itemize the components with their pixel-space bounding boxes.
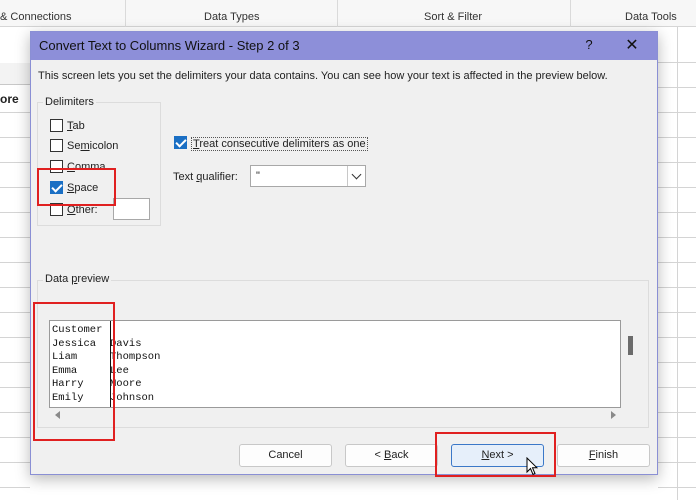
grid-line <box>0 187 30 188</box>
scroll-right-icon[interactable] <box>611 411 616 419</box>
consecutive-delimiters-label[interactable]: Treat consecutive delimiters as one <box>191 137 368 151</box>
grid-line <box>0 487 30 488</box>
text-qualifier-label: Text qualifier: <box>173 171 238 183</box>
grid-line <box>658 312 696 313</box>
grid-line <box>658 187 696 188</box>
cancel-button[interactable]: Cancel <box>239 444 332 467</box>
dialog-titlebar[interactable]: Convert Text to Columns Wizard - Step 2 … <box>31 32 657 60</box>
grid-line <box>658 412 696 413</box>
grid-line <box>0 412 30 413</box>
back-button[interactable]: < Back <box>345 444 438 467</box>
grid-line <box>658 362 696 363</box>
grid-line <box>658 237 696 238</box>
ribbon-group-sort-filter[interactable]: Sort & Filter <box>424 11 482 23</box>
ribbon-group-data-types[interactable]: Data Types <box>204 11 259 23</box>
mouse-pointer-icon <box>526 457 538 476</box>
preview-cell: Thompson <box>110 351 161 363</box>
grid-line <box>658 87 696 88</box>
consecutive-delimiters-checkbox[interactable] <box>174 136 187 149</box>
ribbon-group-data-tools[interactable]: Data Tools <box>625 11 677 23</box>
close-button[interactable]: ✕ <box>621 35 643 55</box>
grid-line <box>0 437 30 438</box>
grid-line <box>0 212 30 213</box>
grid-line <box>658 162 696 163</box>
ribbon-separator <box>125 0 126 27</box>
space-highlight-box <box>37 168 116 206</box>
grid-line <box>658 212 696 213</box>
chevron-down-icon[interactable] <box>347 166 365 186</box>
grid-line <box>0 112 30 113</box>
finish-button-rest: inish <box>595 449 619 461</box>
grid-line <box>658 487 696 488</box>
semicolon-label-rest: icolon <box>89 140 119 152</box>
dialog-instructions: This screen lets you set the delimiters … <box>38 70 608 82</box>
grid-line <box>0 137 30 138</box>
finish-button[interactable]: Finish <box>557 444 650 467</box>
grid-line <box>0 337 30 338</box>
grid-line <box>658 287 696 288</box>
tab-label-rest: ab <box>72 120 85 132</box>
grid-line <box>0 287 30 288</box>
data-preview-grid[interactable]: Customer Jessica Davis Liam Thompson Emma L… <box>49 320 621 408</box>
grid-line <box>677 27 678 500</box>
semicolon-label-accel: m <box>80 140 90 152</box>
dialog-title: Convert Text to Columns Wizard - Step 2 … <box>39 38 300 53</box>
tab-label[interactable]: Tab <box>67 120 85 132</box>
finish-button-accel: F <box>588 449 596 461</box>
data-preview-label: Data preview <box>43 273 112 285</box>
grid-line <box>658 387 696 388</box>
grid-line <box>0 362 30 363</box>
grid-line <box>0 462 30 463</box>
grid-line <box>658 337 696 338</box>
back-button-rest: ack <box>391 449 409 461</box>
preview-cell: Johnson <box>110 391 155 404</box>
data-preview-label-rest: review <box>77 273 110 285</box>
data-preview-label-pre: Data <box>45 273 72 285</box>
semicolon-label-pre: Se <box>67 140 81 152</box>
grid-line <box>0 312 30 313</box>
tab-checkbox[interactable] <box>50 119 63 132</box>
grid-line <box>658 437 696 438</box>
grid-line <box>658 462 696 463</box>
other-delimiter-input[interactable] <box>113 198 150 220</box>
grid-line <box>0 262 30 263</box>
text-qualifier-select[interactable]: " <box>250 165 366 187</box>
vertical-scrollbar-thumb[interactable] <box>628 336 633 355</box>
text-to-columns-dialog: Convert Text to Columns Wizard - Step 2 … <box>30 31 658 475</box>
delimiters-group-label: Delimiters <box>43 96 96 108</box>
grid-line <box>658 137 696 138</box>
text-qualifier-value: " <box>256 170 260 182</box>
ribbon-group-connections[interactable]: & Connections <box>0 11 72 23</box>
grid-line <box>0 387 30 388</box>
preview-column-highlight-box <box>33 302 115 441</box>
grid-line <box>0 162 30 163</box>
help-button[interactable]: ? <box>579 37 599 52</box>
ribbon-separator <box>570 0 571 27</box>
semicolon-label[interactable]: Semicolon <box>67 140 118 152</box>
text-qualifier-label-pre: Text <box>173 171 197 183</box>
consecutive-label-rest: reat consecutive delimiters as one <box>199 138 366 150</box>
column-header <box>0 63 30 85</box>
grid-line <box>0 237 30 238</box>
grid-line <box>658 112 696 113</box>
excel-ribbon: & Connections Data Types Sort & Filter D… <box>0 0 696 27</box>
partial-cell-header: ore <box>0 92 19 106</box>
semicolon-checkbox[interactable] <box>50 139 63 152</box>
grid-line <box>658 262 696 263</box>
back-button-pre: < <box>374 449 384 461</box>
grid-line <box>658 62 696 63</box>
ribbon-separator <box>337 0 338 27</box>
text-qualifier-label-rest: ualifier: <box>202 171 238 183</box>
